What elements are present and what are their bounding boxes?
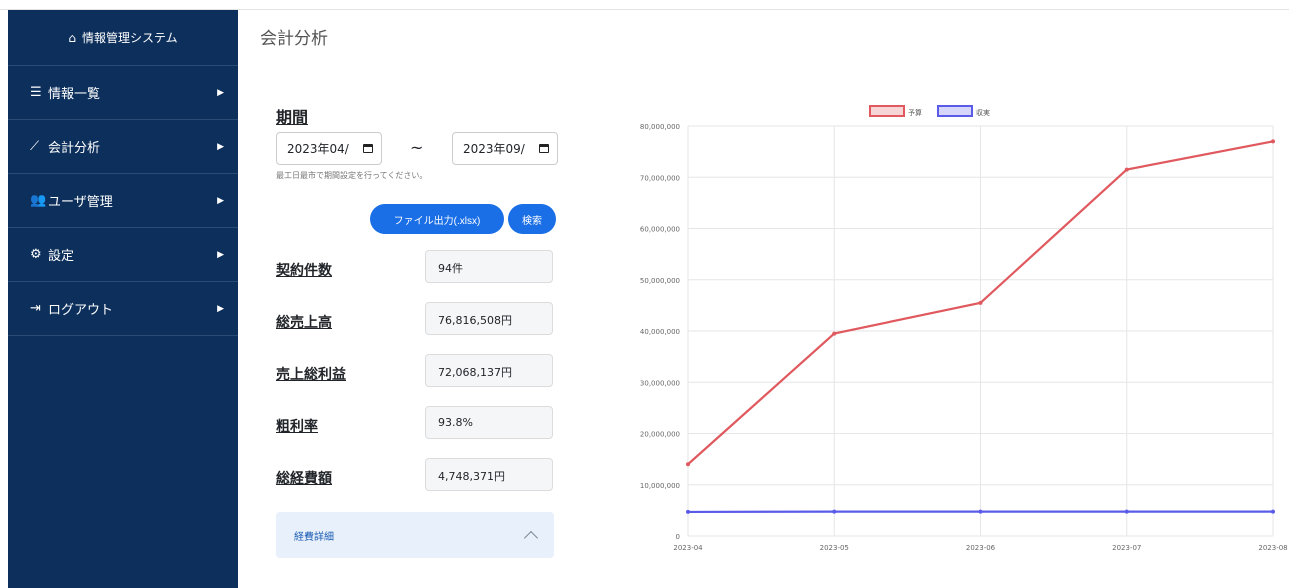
metric-value-margin: 93.8% xyxy=(425,406,553,439)
period-hint: 最工日最市で期間設定を行ってください。 xyxy=(276,171,428,180)
date-from-value: 2023年04/ xyxy=(287,142,349,156)
caret-right-icon: ▶ xyxy=(217,141,224,152)
caret-right-icon: ▶ xyxy=(217,195,224,206)
date-from-input[interactable]: 2023年04/ xyxy=(276,132,382,165)
data-point xyxy=(978,300,983,305)
sidebar-item-logout[interactable]: ⇥ ログアウト ▶ xyxy=(8,282,238,336)
metric-value-total-sales: 76,816,508円 xyxy=(425,302,553,335)
calendar-icon[interactable] xyxy=(539,144,549,153)
y-tick-label: 0 xyxy=(676,533,680,541)
sidebar-item-label: 情報一覧 xyxy=(48,87,101,102)
sidebar: ⌂ 情報管理システム ☰ 情報一覧 ▶ ⟋ 会計分析 ▶ 👥 ユーザ管理 ▶ ⚙… xyxy=(8,10,238,588)
accordion-label: 経費詳細 xyxy=(294,531,334,543)
expense-details-accordion[interactable]: 経費詳細 xyxy=(276,512,554,558)
caret-right-icon: ▶ xyxy=(217,249,224,260)
x-tick-label: 2023-07 xyxy=(1112,544,1141,552)
caret-right-icon: ▶ xyxy=(217,303,224,314)
export-xlsx-button[interactable]: ファイル出力(.xlsx) xyxy=(370,204,504,234)
x-tick-label: 2023-06 xyxy=(966,544,996,552)
top-border xyxy=(0,0,1289,10)
date-to-input[interactable]: 2023年09/ xyxy=(452,132,558,165)
data-point xyxy=(686,509,690,514)
brand-label: 情報管理システム xyxy=(81,31,178,45)
data-point xyxy=(978,509,983,514)
sidebar-item-label: ログアウト xyxy=(48,303,114,318)
logout-icon: ⇥ xyxy=(30,301,41,316)
building-icon: ⌂ xyxy=(68,30,76,45)
sidebar-item-label: 設定 xyxy=(48,249,75,264)
metric-label-gross-profit: 売上総利益 xyxy=(276,367,346,383)
gear-icon: ⚙ xyxy=(30,247,42,262)
y-tick-label: 10,000,000 xyxy=(640,482,680,490)
data-point xyxy=(1124,167,1129,172)
y-tick-label: 50,000,000 xyxy=(640,277,680,285)
sidebar-item-label: 会計分析 xyxy=(48,141,101,156)
data-point xyxy=(832,331,837,336)
legend-swatch xyxy=(937,105,973,117)
search-button[interactable]: 検索 xyxy=(508,204,556,234)
list-icon: ☰ xyxy=(30,85,42,100)
x-tick-label: 2023-08 xyxy=(1258,544,1287,552)
sidebar-item-label: ユーザ管理 xyxy=(48,195,113,210)
metric-value-expenses: 4,748,371円 xyxy=(425,458,553,491)
main-content: 会計分析 期間 2023年04/ ~ 2023年09/ 最工日最市で期間設定を行… xyxy=(238,10,1289,588)
y-tick-label: 40,000,000 xyxy=(640,328,680,336)
x-tick-label: 2023-05 xyxy=(820,544,849,552)
sidebar-item-accounting[interactable]: ⟋ 会計分析 ▶ xyxy=(8,120,238,174)
chevron-up-icon[interactable] xyxy=(523,530,539,546)
y-tick-label: 30,000,000 xyxy=(640,379,680,387)
caret-right-icon: ▶ xyxy=(217,87,224,98)
y-tick-label: 70,000,000 xyxy=(640,174,680,182)
date-to-value: 2023年09/ xyxy=(463,142,525,156)
x-tick-label: 2023-04 xyxy=(673,544,703,552)
metric-label-expenses: 総経費額 xyxy=(276,471,332,487)
date-range-separator: ~ xyxy=(410,138,424,157)
period-label: 期間 xyxy=(276,108,309,127)
brand[interactable]: ⌂ 情報管理システム xyxy=(8,10,238,66)
metric-label-margin: 粗利率 xyxy=(276,419,318,435)
data-point xyxy=(1271,139,1275,144)
metric-label-total-sales: 総売上高 xyxy=(276,315,332,331)
legend-label: 予算 xyxy=(908,108,922,117)
budget-actual-line-chart: 0 10,000,000 20,000,000 30,000,000 40,000,00… xyxy=(640,105,1288,552)
y-tick-label: 20,000,000 xyxy=(640,431,680,439)
metric-value-gross-profit: 72,068,137円 xyxy=(425,354,553,387)
sidebar-item-settings[interactable]: ⚙ 設定 ▶ xyxy=(8,228,238,282)
data-point xyxy=(1271,509,1275,514)
users-icon: 👥 xyxy=(30,193,47,208)
legend-swatch xyxy=(869,105,905,117)
data-point xyxy=(1124,509,1129,514)
sidebar-item-users[interactable]: 👥 ユーザ管理 ▶ xyxy=(8,174,238,228)
data-point xyxy=(832,509,837,514)
metric-value-contracts: 94件 xyxy=(425,250,553,283)
data-point xyxy=(686,462,690,467)
y-tick-label: 80,000,000 xyxy=(640,123,680,131)
legend-label: 収実 xyxy=(976,108,990,117)
calendar-icon[interactable] xyxy=(363,144,373,153)
y-tick-label: 60,000,000 xyxy=(640,226,680,234)
sidebar-item-info-list[interactable]: ☰ 情報一覧 ▶ xyxy=(8,66,238,120)
page-title: 会計分析 xyxy=(260,29,328,49)
chart-line-icon: ⟋ xyxy=(30,139,40,154)
metric-label-contracts: 契約件数 xyxy=(276,263,332,279)
